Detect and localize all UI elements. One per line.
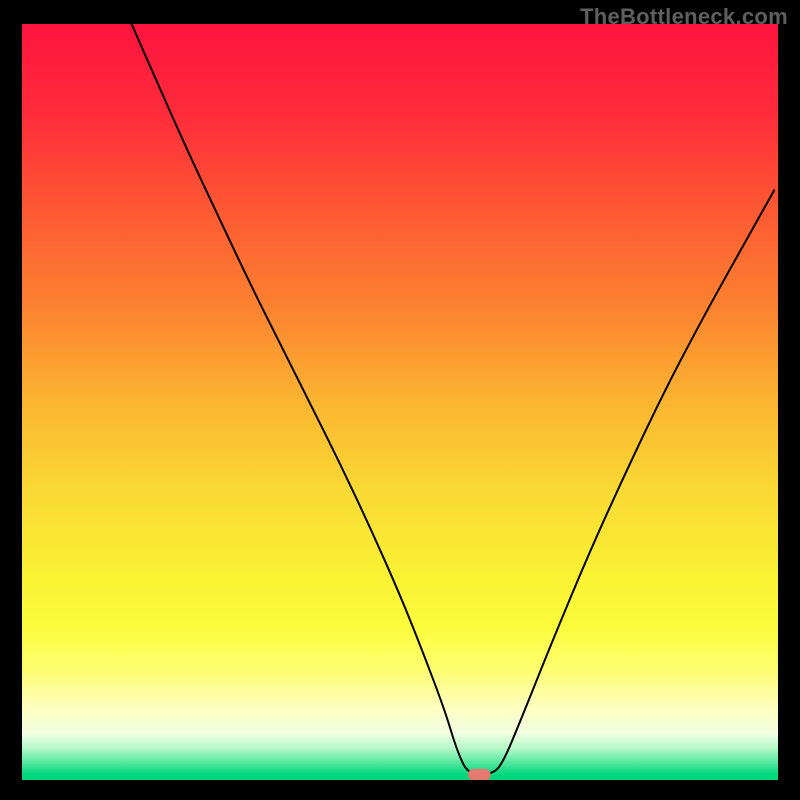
chart-frame: TheBottleneck.com — [0, 0, 800, 800]
watermark-text: TheBottleneck.com — [580, 4, 788, 30]
plot-area — [22, 24, 778, 780]
chart-svg — [22, 24, 778, 780]
gradient-background — [22, 24, 778, 780]
bottleneck-marker — [468, 769, 491, 780]
